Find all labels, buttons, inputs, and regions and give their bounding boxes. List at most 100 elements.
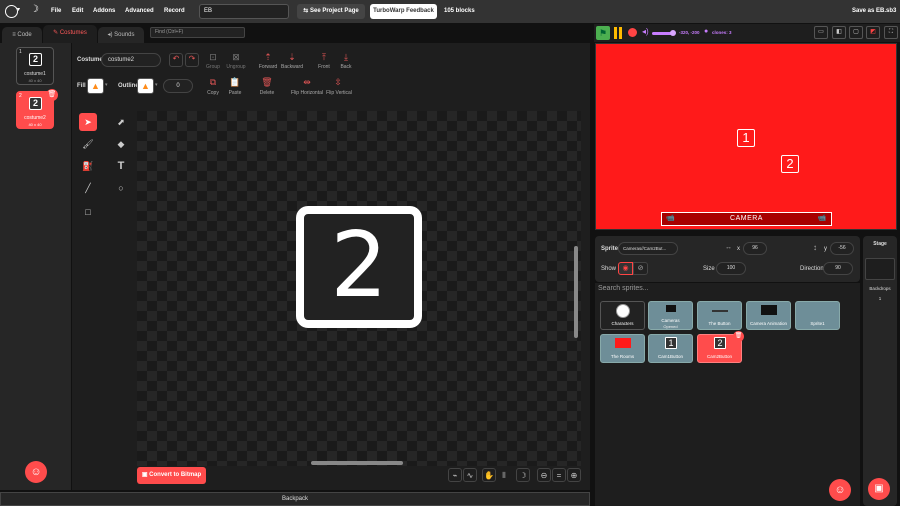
menu-advanced[interactable]: Advanced: [125, 0, 154, 23]
zoom-reset-button[interactable]: =: [552, 468, 566, 482]
green-flag-icon[interactable]: ⚑: [596, 26, 610, 40]
circle-tool-icon[interactable]: ○: [112, 179, 130, 197]
front-label: Front: [318, 64, 330, 70]
convert-to-bitmap-button[interactable]: ▣ Convert to Bitmap: [137, 467, 206, 484]
redo-icon[interactable]: ↷: [185, 53, 199, 67]
sprite-tile[interactable]: The Rooms: [600, 334, 645, 363]
menu-file[interactable]: File: [51, 0, 61, 23]
outline-width-input[interactable]: 0: [163, 79, 193, 93]
dark-mode-icon[interactable]: ☽: [516, 468, 530, 482]
x-input[interactable]: 96: [743, 242, 767, 255]
chevron-down-icon[interactable]: ▾: [17, 6, 20, 13]
small-stage-icon[interactable]: ◧: [832, 26, 846, 39]
stage-canvas[interactable]: 1 2 📹 CAMERA 📹: [595, 43, 897, 230]
sprite-tile[interactable]: Characters: [600, 301, 645, 330]
forward-icon[interactable]: ⇡: [260, 52, 276, 63]
pause-icon[interactable]: [614, 27, 622, 39]
normal-stage-icon[interactable]: ▢: [849, 26, 863, 39]
sprite-tile[interactable]: Sprite1: [795, 301, 840, 330]
delete-sprite-icon[interactable]: 🗑: [733, 331, 744, 342]
see-project-page-button[interactable]: ⇆ See Project Page: [297, 4, 365, 19]
reshape-tool-icon[interactable]: ⬈: [112, 113, 130, 131]
feedback-button[interactable]: TurboWarp Feedback: [370, 4, 437, 19]
paint-canvas[interactable]: 2: [137, 111, 581, 466]
project-title-input[interactable]: EB: [199, 4, 289, 19]
eraser-tool-icon[interactable]: ◆: [112, 135, 130, 153]
ungroup-icon[interactable]: ⊠: [228, 52, 244, 63]
flip-vertical-icon[interactable]: ⇳: [332, 77, 344, 88]
delete-icon[interactable]: 🗑: [261, 77, 273, 88]
zoom-in-icon[interactable]: ⊕: [567, 468, 581, 482]
back-icon[interactable]: ⤓: [338, 52, 354, 63]
sprite-tile[interactable]: 1 Cam1Button: [648, 334, 693, 363]
show-visible-icon[interactable]: ◉: [618, 262, 633, 275]
tab-costumes[interactable]: ✎ Costumes: [43, 25, 97, 43]
large-stage-icon[interactable]: ◩: [866, 26, 880, 39]
sprite-tile[interactable]: The Button: [697, 301, 742, 330]
volume-icon[interactable]: ◂): [642, 27, 649, 36]
save-as-button[interactable]: Save as EB.sb3: [852, 0, 896, 23]
menu-edit[interactable]: Edit: [72, 0, 83, 23]
add-sprite-button[interactable]: ☺: [829, 479, 851, 501]
stage-thumbnail[interactable]: [865, 258, 895, 280]
text-tool-icon[interactable]: T: [112, 157, 130, 175]
lock-icon[interactable]: ▮: [497, 468, 511, 482]
costume-name-input[interactable]: costume2: [101, 53, 161, 67]
add-backdrop-button[interactable]: ▣: [868, 478, 890, 500]
horizontal-scrollbar[interactable]: [311, 461, 403, 465]
size-input[interactable]: 100: [716, 262, 746, 275]
add-costume-button[interactable]: ☺: [25, 461, 47, 483]
costume-artwork[interactable]: 2: [296, 206, 422, 328]
tab-code[interactable]: ≡ Code: [2, 27, 42, 43]
menu-addons[interactable]: Addons: [93, 0, 115, 23]
sprite-tile[interactable]: Cameras Opened: [648, 301, 693, 330]
cam1-button-sprite[interactable]: 1: [737, 129, 755, 147]
front-icon[interactable]: ⤒: [316, 52, 332, 63]
camera-bar[interactable]: 📹 CAMERA 📹: [661, 212, 832, 226]
theme-moon-icon[interactable]: ☽: [30, 4, 39, 15]
costume-thumb-1[interactable]: 1 2 costume1 40 x 40: [16, 47, 54, 85]
tab-sounds[interactable]: ◂) Sounds: [98, 27, 144, 43]
curve-icon[interactable]: ∿: [463, 468, 477, 482]
sprite-thumb: [712, 310, 728, 312]
brush-tool-icon[interactable]: 🖌: [79, 135, 97, 153]
menu-record[interactable]: Record: [164, 0, 185, 23]
vertical-scrollbar[interactable]: [574, 246, 578, 338]
show-hidden-icon[interactable]: ⊘: [633, 262, 648, 275]
group-icon[interactable]: ⊡: [205, 52, 221, 63]
zoom-out-icon[interactable]: ⊖: [537, 468, 551, 482]
sprite-tile[interactable]: Camera Animation: [746, 301, 791, 330]
y-input[interactable]: -56: [830, 242, 854, 255]
delete-costume-icon[interactable]: 🗑: [46, 89, 58, 101]
hand-icon[interactable]: ✋: [482, 468, 496, 482]
copy-icon[interactable]: ⧉: [207, 77, 219, 88]
sprite-search-input[interactable]: Search sprites...: [598, 283, 857, 295]
back-label: Back: [340, 64, 352, 70]
rectangle-tool-icon[interactable]: □: [79, 203, 97, 221]
screenshot-icon[interactable]: ▭: [814, 26, 828, 39]
undo-icon[interactable]: ↶: [169, 53, 183, 67]
volume-slider[interactable]: [652, 30, 676, 36]
cam2-button-sprite[interactable]: 2: [781, 155, 799, 173]
outline-dropdown-icon[interactable]: ▾: [155, 82, 158, 88]
backward-icon[interactable]: ⇣: [284, 52, 300, 63]
fill-dropdown-icon[interactable]: ▾: [105, 82, 108, 88]
flip-horizontal-icon[interactable]: ⇹: [299, 77, 315, 88]
sprite-thumb: [666, 305, 676, 312]
find-input[interactable]: Find (Ctrl+F): [150, 27, 245, 38]
stage-selector-panel[interactable]: Stage Backdrops 1 ▣: [863, 236, 897, 506]
fullscreen-icon[interactable]: ⛶: [884, 26, 898, 39]
select-tool-icon[interactable]: ➤: [79, 113, 97, 131]
costume-number: 1: [19, 49, 22, 55]
volume-slider-thumb[interactable]: [670, 30, 676, 36]
outline-color-swatch[interactable]: ▲: [137, 78, 154, 94]
fill-tool-icon[interactable]: ⛽: [79, 157, 97, 175]
fill-color-swatch[interactable]: ▲: [87, 78, 104, 94]
direction-input[interactable]: 90: [823, 262, 853, 275]
backpack-bar[interactable]: Backpack: [0, 492, 590, 506]
stop-icon[interactable]: [628, 28, 637, 37]
paste-icon[interactable]: 📋: [229, 77, 241, 88]
magic-wand-icon[interactable]: ⌁: [448, 468, 462, 482]
line-tool-icon[interactable]: ╱: [79, 179, 97, 197]
sprite-name-input[interactable]: Cameras//Cam2But...: [618, 242, 678, 255]
